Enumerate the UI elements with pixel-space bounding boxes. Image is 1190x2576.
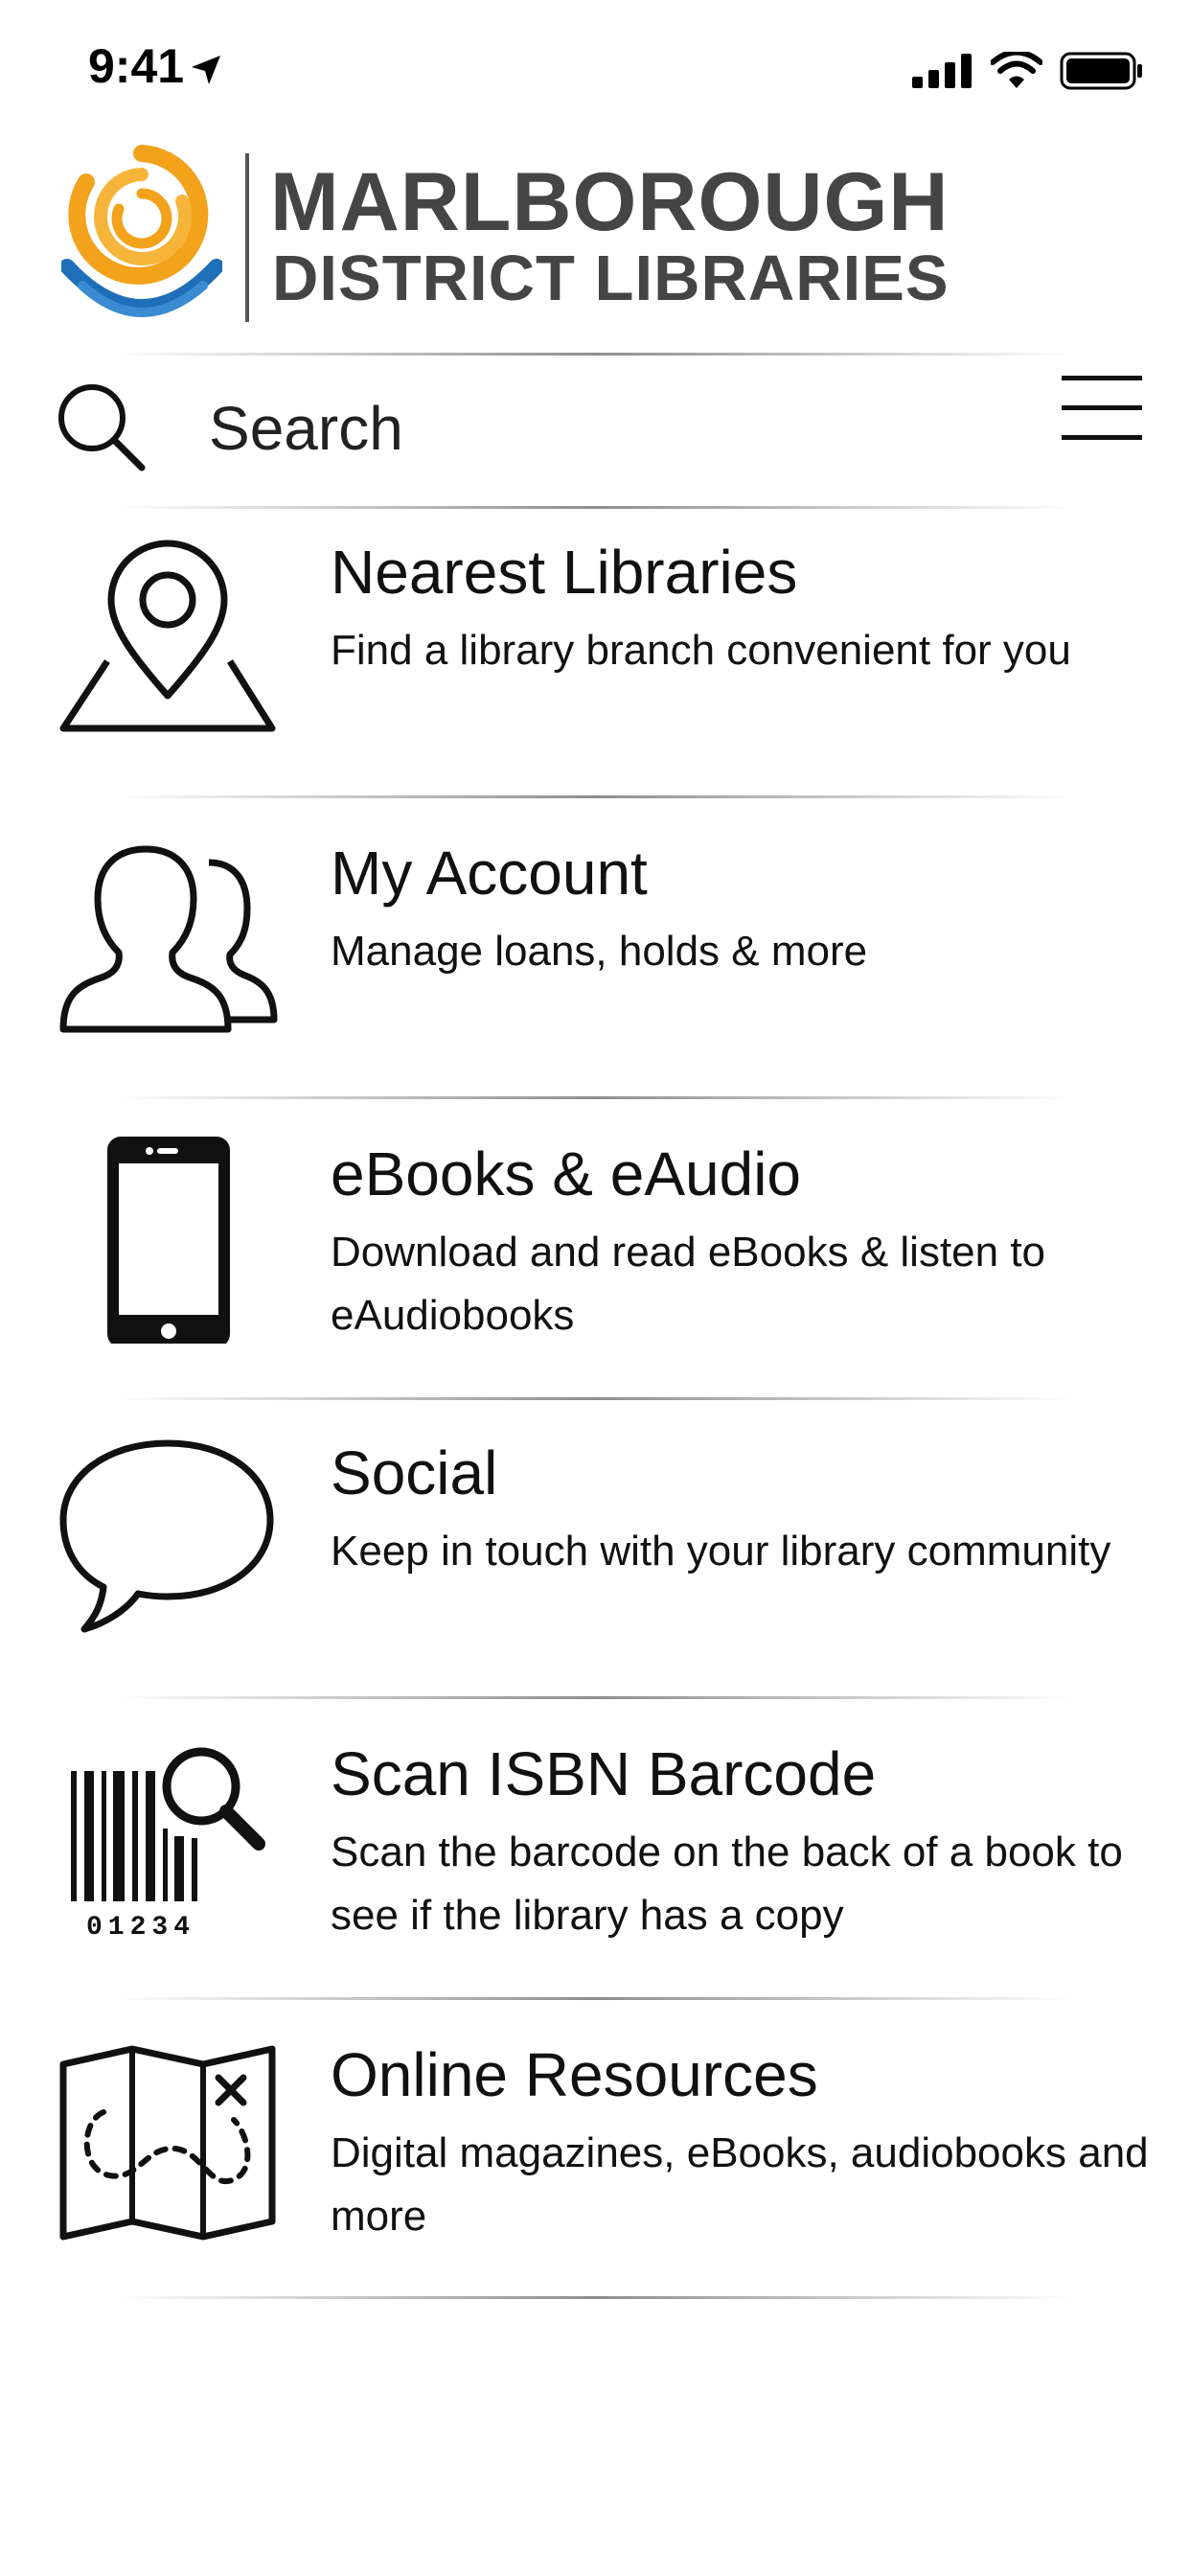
status-time: 9:41 (88, 39, 185, 93)
menu-item-description: Download and read eBooks & listen to eAu… (331, 1229, 1046, 1339)
search-input[interactable] (209, 385, 975, 472)
divider (115, 1096, 1075, 1099)
divider (115, 795, 1075, 798)
menu-item-description: Manage loans, holds & more (331, 928, 868, 975)
menu-item-title: Scan ISBN Barcode (331, 1739, 877, 1808)
map-pin-icon (59, 540, 276, 732)
menu-item-online-resources[interactable]: Online Resources Digital magazines, eBoo… (0, 2020, 1190, 2317)
location-arrow-icon (192, 56, 220, 84)
users-icon (59, 845, 278, 1033)
smartphone-icon (107, 1137, 230, 1344)
logo-divider (245, 153, 249, 322)
barcode-scan-icon: 01234 (71, 1747, 265, 1943)
speech-bubble-icon (59, 1439, 274, 1633)
menu-item-title: Nearest Libraries (331, 538, 798, 607)
menu-item-title: Social (331, 1438, 498, 1507)
status-bar: 9:41 (0, 0, 1190, 144)
treasure-map-icon (59, 2045, 276, 2241)
divider (115, 506, 1075, 509)
menu-item-social[interactable]: Social Keep in touch with your library c… (0, 1418, 1190, 1715)
signal-icon (912, 54, 972, 88)
menu-item-title: Online Resources (331, 2040, 818, 2109)
logo-subtitle: DISTRICT LIBRARIES (272, 242, 950, 314)
battery-icon (1060, 52, 1142, 90)
menu-item-title: My Account (331, 839, 648, 908)
barcode-digits: 01234 (86, 1913, 195, 1943)
wifi-icon (991, 52, 1042, 88)
logo-swirl-icon (61, 145, 222, 317)
divider (115, 353, 1075, 356)
menu-item-my-account[interactable]: My Account Manage loans, holds & more (0, 818, 1190, 1116)
status-icons (912, 52, 1144, 90)
menu-item-description: Digital magazines, eBooks, audiobooks an… (331, 2129, 1149, 2240)
divider (115, 1397, 1075, 1400)
menu-item-ebooks-eaudio[interactable]: eBooks & eAudio Download and read eBooks… (0, 1119, 1190, 1416)
divider (115, 1997, 1075, 2000)
library-logo: MARLBOROUGH DISTRICT LIBRARIES (0, 134, 1190, 345)
search-bar (0, 356, 1190, 500)
menu-item-description: Keep in touch with your library communit… (331, 1528, 1111, 1575)
logo-title: MARLBOROUGH (270, 156, 950, 248)
hamburger-menu-icon[interactable] (1062, 376, 1142, 445)
menu-item-nearest-libraries[interactable]: Nearest Libraries Find a library branch … (0, 518, 1190, 815)
search-icon[interactable] (54, 380, 149, 475)
divider (115, 2296, 1075, 2299)
menu-item-description: Find a library branch convenient for you (331, 627, 1071, 674)
divider (115, 1696, 1075, 1699)
menu-item-description: Scan the barcode on the back of a book t… (331, 1828, 1123, 1939)
menu-item-scan-isbn-barcode[interactable]: 01234 Scan ISBN Barcode Scan the barcode… (0, 1719, 1190, 2016)
menu-item-title: eBooks & eAudio (331, 1139, 801, 1208)
